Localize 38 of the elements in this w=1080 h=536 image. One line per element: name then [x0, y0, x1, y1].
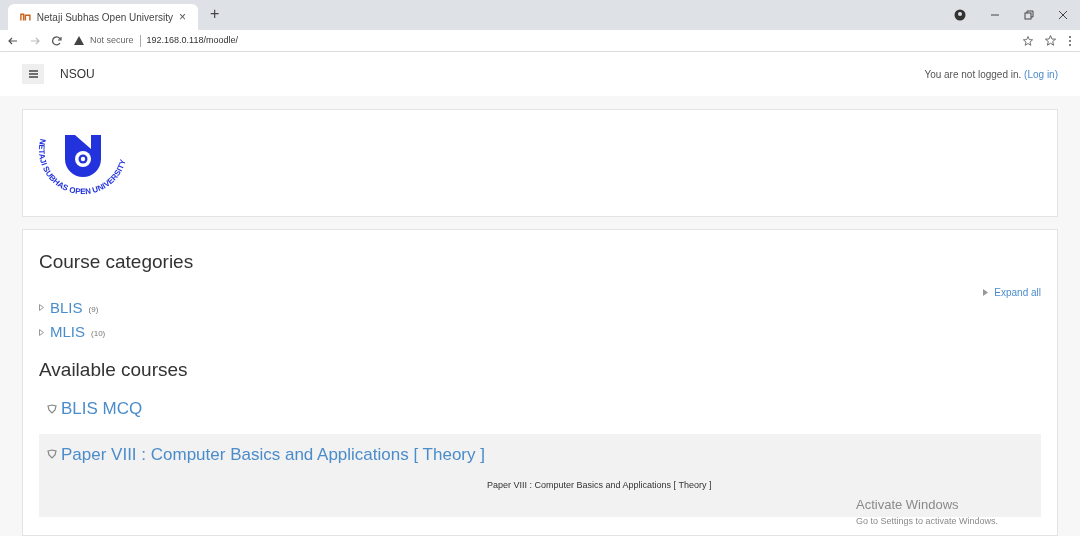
activation-subtitle: Go to Settings to activate Windows.	[856, 514, 999, 528]
collapsed-icon[interactable]	[39, 304, 44, 312]
course-icon	[47, 449, 57, 460]
menu-icon[interactable]	[1068, 34, 1072, 47]
star-icon[interactable]	[1045, 35, 1056, 46]
browser-tab[interactable]: Netaji Subhas Open University ×	[8, 4, 198, 30]
login-status: You are not logged in. (Log in)	[924, 67, 1058, 82]
close-icon[interactable]	[1058, 10, 1068, 20]
menu-button[interactable]	[22, 64, 44, 84]
activation-title: Activate Windows	[856, 496, 960, 514]
back-icon[interactable]	[8, 35, 18, 46]
course-link[interactable]: Paper VIII : Computer Basics and Applications [ Theory ]	[61, 441, 485, 467]
section-heading: Available courses	[39, 357, 189, 382]
collapsed-icon[interactable]	[39, 328, 44, 336]
new-tab-button[interactable]: +	[210, 2, 220, 26]
course-count: (10)	[91, 328, 106, 341]
login-link[interactable]: (Log in)	[1024, 68, 1058, 80]
course-icon	[47, 403, 57, 414]
security-label: Not secure	[90, 33, 134, 47]
reload-icon[interactable]	[52, 35, 62, 46]
expand-icon	[983, 289, 989, 296]
tab-title: Netaji Subhas Open University	[36, 10, 173, 25]
expand-all-link[interactable]: Expand all	[994, 285, 1041, 300]
tab-close-button[interactable]: ×	[179, 8, 186, 26]
site-name[interactable]: NSOU	[60, 65, 95, 83]
url-field[interactable]: 192.168.0.118/moodle/	[146, 33, 238, 48]
favicon-icon	[20, 12, 31, 22]
restore-icon[interactable]	[1024, 10, 1034, 20]
menu-icon	[28, 70, 38, 78]
course-link[interactable]: BLIS MCQ	[61, 396, 143, 422]
category-link[interactable]: BLIS	[50, 296, 83, 319]
warning-icon	[74, 36, 84, 45]
star-icon[interactable]	[1023, 35, 1033, 46]
course-count: (9)	[88, 303, 99, 316]
category-link[interactable]: MLIS	[50, 321, 85, 344]
profile-icon[interactable]	[954, 9, 966, 21]
course-summary: Paper VIII : Computer Basics and Applications [ Theory ]	[487, 479, 712, 492]
section-heading: Course categories	[39, 250, 195, 274]
